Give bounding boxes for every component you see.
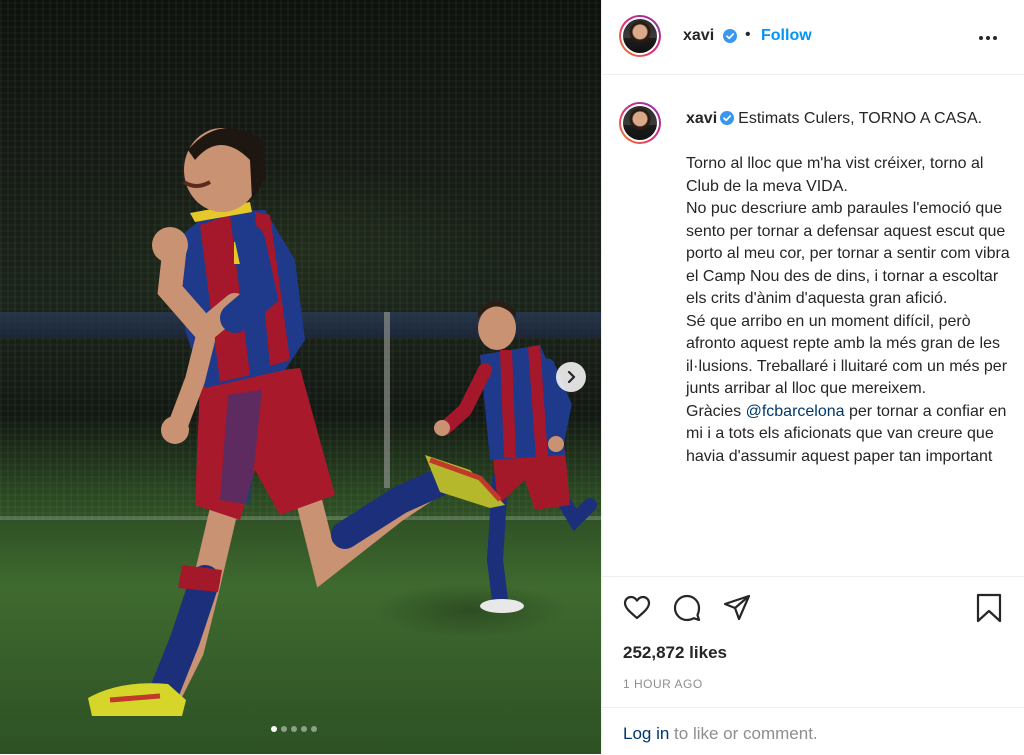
login-prompt: Log in to like or comment. [602, 707, 1024, 755]
mention-link[interactable]: @fcbarcelona [746, 403, 845, 420]
carousel-dot [281, 726, 287, 732]
carousel-dot [301, 726, 307, 732]
separator-dot: • [745, 26, 751, 43]
carousel-indicator [271, 726, 317, 732]
caption-body: Torno al lloc que m'ha vist créixer, tor… [686, 155, 1010, 420]
action-bar [602, 576, 1024, 635]
login-text: Log in to like or comment. [623, 724, 818, 744]
post-caption: xavi Estimats Culers, TORNO A CASA. Torno… [686, 108, 1016, 468]
caption-username[interactable]: xavi [686, 110, 717, 127]
more-options-icon[interactable] [976, 28, 1000, 48]
main-player-figure: 3 [88, 128, 505, 716]
likes-count[interactable]: 252,872 likes [623, 643, 727, 663]
verified-badge-icon [723, 29, 737, 43]
login-link[interactable]: Log in [623, 724, 669, 743]
post-photo[interactable]: 3 [0, 0, 601, 754]
share-icon[interactable] [722, 593, 752, 623]
post-header: xavi • Follow [602, 0, 1024, 75]
verified-badge-icon [720, 111, 735, 125]
follow-button[interactable]: Follow [761, 27, 812, 45]
next-photo-button[interactable] [556, 362, 586, 392]
caption-area: xavi Estimats Culers, TORNO A CASA. Torno… [602, 75, 1024, 575]
login-rest: to like or comment. [669, 724, 818, 743]
bookmark-icon[interactable] [974, 593, 1004, 623]
carousel-dot [271, 726, 277, 732]
post-side-panel: xavi • Follow xavi Estimats Culers, TORNO… [601, 0, 1024, 754]
carousel-dot [311, 726, 317, 732]
chevron-right-icon [567, 370, 576, 384]
caption-first-line: Estimats Culers, TORNO A CASA. [738, 110, 983, 127]
post-timestamp: 1 HOUR AGO [623, 677, 703, 691]
carousel-dot [291, 726, 297, 732]
header-username[interactable]: xavi [683, 27, 714, 45]
avatar[interactable] [619, 15, 661, 57]
heart-icon[interactable] [622, 593, 652, 623]
comment-icon[interactable] [672, 593, 702, 623]
avatar[interactable] [619, 102, 661, 144]
